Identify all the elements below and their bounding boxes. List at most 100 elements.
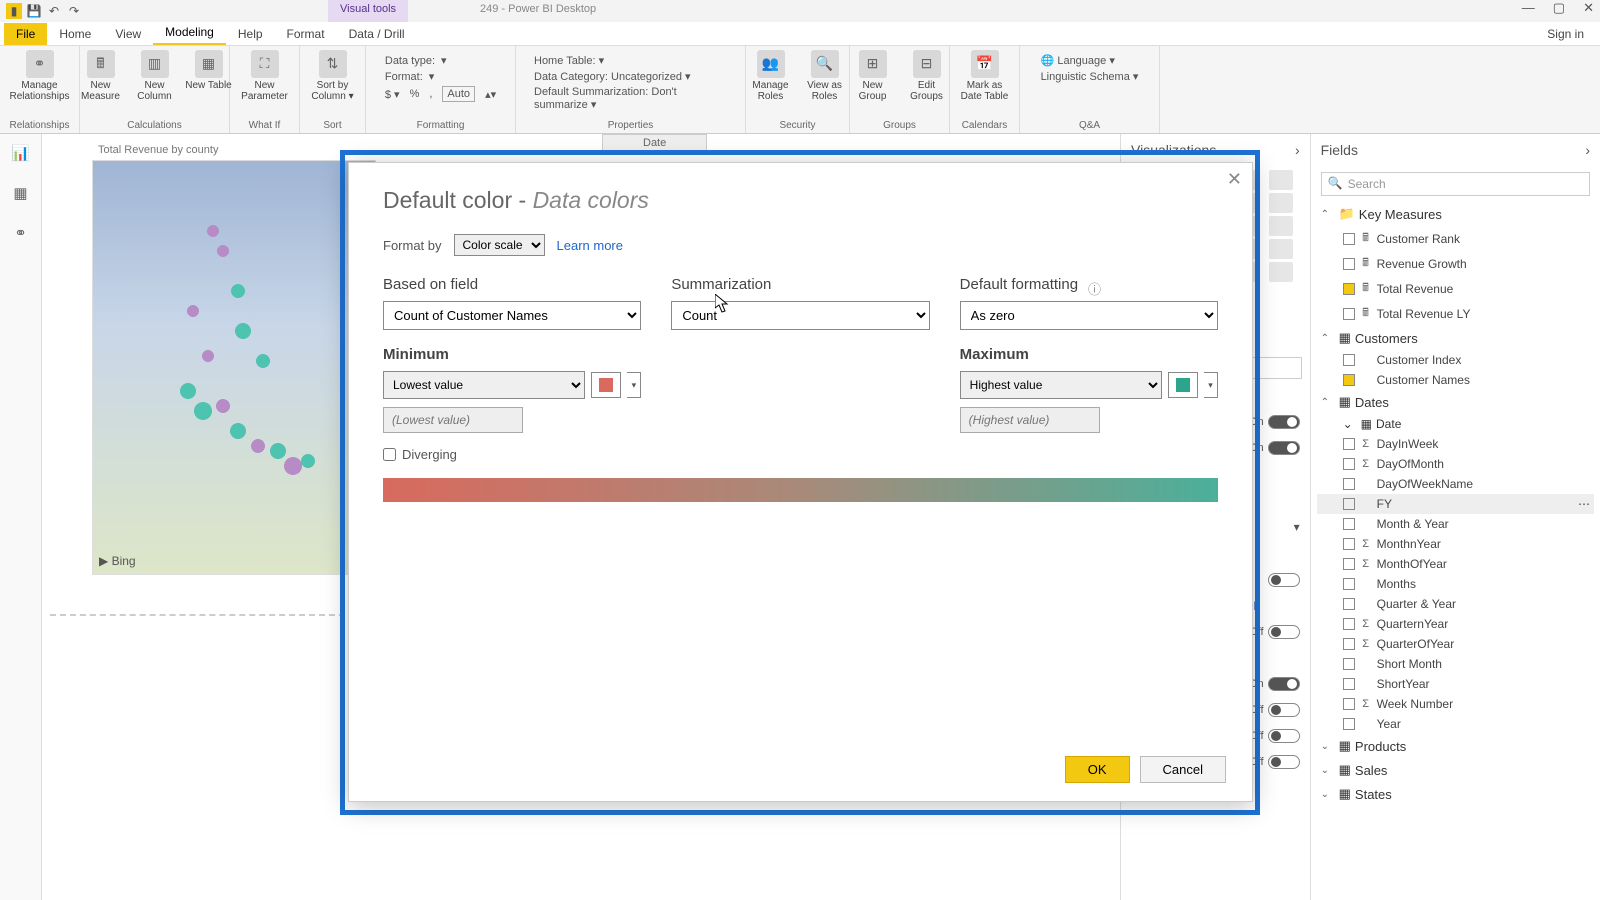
tab-data-drill[interactable]: Data / Drill	[337, 23, 417, 45]
map-visual[interactable]: ▶ Bing	[92, 160, 376, 575]
undo-icon[interactable]: ↶	[46, 3, 62, 19]
group-security: Security	[779, 118, 815, 131]
dialog-close-icon[interactable]: ✕	[1227, 169, 1242, 190]
field-shortmonth[interactable]: Short Month	[1317, 654, 1594, 674]
table-products[interactable]: ⌄▦ Products	[1317, 734, 1594, 758]
max-value-input[interactable]	[960, 407, 1100, 433]
new-group-button[interactable]: ⊞New Group	[849, 50, 897, 102]
min-color-swatch[interactable]	[591, 372, 621, 398]
save-icon[interactable]: 💾	[26, 3, 42, 19]
model-view-icon[interactable]: ⚭	[10, 222, 32, 244]
min-value-input[interactable]	[383, 407, 523, 433]
visual-tools-tab[interactable]: Visual tools	[328, 0, 408, 22]
field-customer-rank[interactable]: 🖩Customer Rank	[1317, 226, 1594, 251]
toggle-border[interactable]	[1268, 755, 1300, 769]
format-label: Format:	[385, 71, 423, 83]
edit-groups-button[interactable]: ⊟Edit Groups	[903, 50, 951, 102]
home-table-dropdown[interactable]: Home Table: ▾	[534, 54, 727, 67]
field-customer-index[interactable]: Customer Index	[1317, 350, 1594, 370]
map-visual-title: Total Revenue by county	[98, 144, 218, 156]
toggle-datalabels[interactable]	[1268, 625, 1300, 639]
mark-date-table-button[interactable]: 📅Mark as Date Table	[961, 50, 1009, 102]
table-sales[interactable]: ⌄▦ Sales	[1317, 758, 1594, 782]
field-quarteryear[interactable]: Quarter & Year	[1317, 594, 1594, 614]
field-total-revenue[interactable]: 🖩Total Revenue	[1317, 276, 1594, 301]
field-quarterofyear[interactable]: ΣQuarterOfYear	[1317, 634, 1594, 654]
ok-button[interactable]: OK	[1065, 756, 1130, 783]
max-color-dropdown[interactable]: ▾	[1204, 372, 1218, 398]
minimum-select[interactable]: Lowest value	[383, 371, 585, 399]
based-on-field-select[interactable]: Count of Customer Names	[383, 301, 641, 330]
field-weeknumber[interactable]: ΣWeek Number	[1317, 694, 1594, 714]
ribbon: ⚭Manage Relationships Relationships 🖩New…	[0, 46, 1600, 134]
diverging-checkbox[interactable]	[383, 448, 396, 461]
toggle-yaxis[interactable]	[1268, 441, 1300, 455]
field-quarternyear[interactable]: ΣQuarternYear	[1317, 614, 1594, 634]
maximize-icon[interactable]: ▢	[1553, 0, 1565, 16]
sign-in-link[interactable]: Sign in	[1531, 23, 1600, 45]
default-summarization-dropdown[interactable]: Default Summarization: Don't summarize ▾	[534, 86, 727, 111]
field-year[interactable]: Year	[1317, 714, 1594, 734]
max-color-swatch[interactable]	[1168, 372, 1198, 398]
collapse-fields-icon[interactable]: ›	[1585, 142, 1590, 158]
close-icon[interactable]: ✕	[1583, 0, 1594, 16]
learn-more-link[interactable]: Learn more	[557, 238, 623, 253]
field-monthyear[interactable]: Month & Year	[1317, 514, 1594, 534]
table-dates[interactable]: ⌃▦ Dates	[1317, 390, 1594, 414]
table-key-measures[interactable]: ⌃📁 Key Measures	[1317, 202, 1594, 226]
cancel-button[interactable]: Cancel	[1140, 756, 1226, 783]
collapse-viz-icon[interactable]: ›	[1295, 142, 1300, 158]
sort-by-column-button[interactable]: ⇅Sort by Column ▾	[309, 50, 357, 102]
report-view-icon[interactable]: 📊	[10, 142, 32, 164]
field-monthofyear[interactable]: ΣMonthOfYear	[1317, 554, 1594, 574]
tab-view[interactable]: View	[103, 23, 153, 45]
table-states[interactable]: ⌄▦ States	[1317, 782, 1594, 806]
field-dayofmonth[interactable]: ΣDayOfMonth	[1317, 454, 1594, 474]
fields-search[interactable]: Search	[1321, 172, 1590, 196]
field-revenue-growth[interactable]: 🖩Revenue Growth	[1317, 251, 1594, 276]
info-icon[interactable]: ⓘ	[1088, 279, 1101, 298]
tab-home[interactable]: Home	[47, 23, 103, 45]
redo-icon[interactable]: ↷	[66, 3, 82, 19]
subtable-date[interactable]: ⌄ ▦ Date	[1317, 414, 1594, 434]
field-total-revenue-ly[interactable]: 🖩Total Revenue LY	[1317, 301, 1594, 326]
format-by-select[interactable]: Color scale	[454, 234, 545, 256]
toggle-showall[interactable]	[1268, 573, 1300, 587]
title-bar: ▮ 💾 ↶ ↷ Visual tools 249 - Power BI Desk…	[0, 0, 1600, 22]
field-customer-names[interactable]: Customer Names	[1317, 370, 1594, 390]
manage-relationships-button[interactable]: ⚭Manage Relationships	[16, 50, 64, 102]
data-category-dropdown[interactable]: Data Category: Uncategorized ▾	[534, 70, 727, 83]
language-dropdown[interactable]: 🌐 Language ▾	[1041, 54, 1115, 67]
new-parameter-button[interactable]: ⛶New Parameter	[241, 50, 289, 102]
manage-roles-button[interactable]: 👥Manage Roles	[747, 50, 795, 102]
summarization-select[interactable]: Count	[671, 301, 929, 330]
tab-file[interactable]: File	[4, 23, 47, 45]
tab-help[interactable]: Help	[226, 23, 275, 45]
table-customers[interactable]: ⌃▦ Customers	[1317, 326, 1594, 350]
toggle-xaxis[interactable]	[1268, 415, 1300, 429]
new-column-button[interactable]: ▥New Column	[131, 50, 179, 102]
field-fy[interactable]: FY⋯	[1317, 494, 1594, 514]
field-shortyear[interactable]: ShortYear	[1317, 674, 1594, 694]
maximum-select[interactable]: Highest value	[960, 371, 1162, 399]
view-as-roles-button[interactable]: 🔍View as Roles	[801, 50, 849, 102]
datatype-label: Data type:	[385, 55, 435, 67]
field-months[interactable]: Months	[1317, 574, 1594, 594]
tab-modeling[interactable]: Modeling	[153, 21, 226, 45]
field-monthnyear[interactable]: ΣMonthnYear	[1317, 534, 1594, 554]
field-dayofweekname[interactable]: DayOfWeekName	[1317, 474, 1594, 494]
new-table-button[interactable]: ▦New Table	[185, 50, 233, 91]
group-relationships: Relationships	[9, 118, 69, 131]
tab-format[interactable]: Format	[275, 23, 337, 45]
default-formatting-select[interactable]: As zero	[960, 301, 1218, 330]
toggle-background[interactable]	[1268, 703, 1300, 717]
field-dayinweek[interactable]: ΣDayInWeek	[1317, 434, 1594, 454]
new-measure-button[interactable]: 🖩New Measure	[77, 50, 125, 102]
linguistic-schema-dropdown[interactable]: Linguistic Schema ▾	[1041, 70, 1139, 83]
min-color-dropdown[interactable]: ▾	[627, 372, 641, 398]
minimize-icon[interactable]: —	[1522, 0, 1535, 16]
toggle-lockaspect[interactable]	[1268, 729, 1300, 743]
toggle-title[interactable]	[1268, 677, 1300, 691]
auto-decimals[interactable]: Auto	[442, 86, 475, 102]
data-view-icon[interactable]: ▦	[10, 182, 32, 204]
